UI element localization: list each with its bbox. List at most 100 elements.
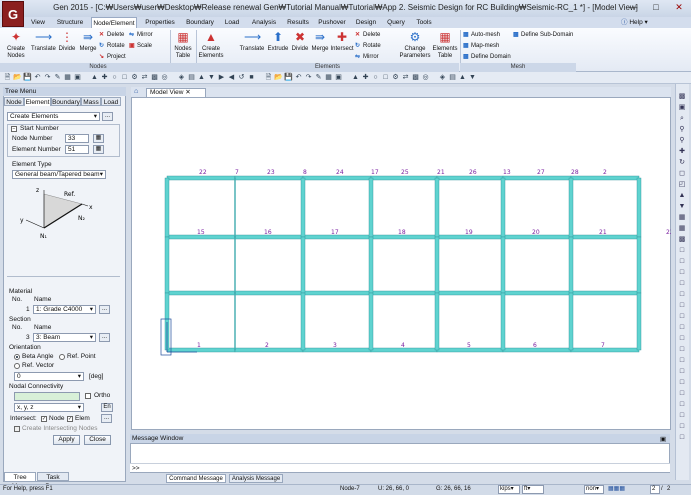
element-number-button[interactable]: ▦ — [93, 145, 104, 154]
view-tool-icon[interactable]: □ — [677, 246, 687, 255]
view-tool-icon[interactable]: □ — [677, 257, 687, 266]
en-button[interactable]: En — [101, 403, 113, 412]
view-tool-icon[interactable]: □ — [677, 367, 687, 376]
elem-delete-button[interactable]: ✕ Delete — [355, 31, 380, 40]
column-member[interactable] — [300, 177, 306, 238]
node-number-field[interactable]: 33 — [65, 134, 89, 143]
tab-tools[interactable]: Tools — [413, 17, 435, 28]
tab-node[interactable]: Node — [4, 97, 24, 106]
beam-member[interactable] — [166, 175, 236, 181]
close-icon[interactable]: ✕ — [185, 89, 190, 96]
view-tool-icon[interactable]: □ — [677, 290, 687, 299]
section-options-button[interactable]: ... — [99, 333, 110, 342]
toolbar-tool-icon[interactable]: ⚙ — [130, 73, 139, 82]
beam-member[interactable] — [436, 290, 504, 296]
node-number-button[interactable]: ▦ — [93, 134, 104, 143]
view-tool-icon[interactable]: □ — [677, 433, 687, 442]
beam-member[interactable] — [234, 175, 304, 181]
column-member[interactable] — [568, 292, 574, 351]
view-tool-icon[interactable]: □ — [677, 312, 687, 321]
auto-mesh-button[interactable]: ▦ Auto-mesh — [463, 31, 500, 40]
define-domain-button[interactable]: ▩ Define Domain — [463, 53, 511, 62]
view-tool-icon[interactable]: □ — [677, 411, 687, 420]
define-sub-domain-button[interactable]: ▩ Define Sub-Domain — [513, 31, 573, 40]
view-tool-icon[interactable]: □ — [677, 323, 687, 332]
beam-member[interactable] — [502, 175, 572, 181]
column-member[interactable] — [234, 236, 236, 294]
toolbar-tool-icon[interactable]: ↶ — [33, 73, 42, 82]
app-logo[interactable]: G — [2, 1, 24, 27]
toolbar-tool-icon[interactable]: ⇄ — [140, 73, 149, 82]
toolbar-tool-icon[interactable]: ◎ — [421, 73, 430, 82]
tab-boundary-panel[interactable]: Boundary — [51, 97, 81, 106]
beam-member[interactable] — [502, 347, 572, 353]
toolbar-tool-icon[interactable]: ↶ — [294, 73, 303, 82]
toolbar-tool-icon[interactable]: ◀ — [227, 73, 236, 82]
intersect-options-button[interactable]: ... — [101, 414, 112, 423]
tab-element[interactable]: Element — [24, 97, 51, 106]
intersect-elem-checkbox[interactable]: ✓ — [67, 416, 73, 422]
toolbar-tool-icon[interactable]: □ — [120, 73, 129, 82]
toolbar-tool-icon[interactable]: ✎ — [53, 73, 62, 82]
column-member[interactable] — [234, 177, 236, 238]
node-merge-button[interactable]: ⇛ Merge — [78, 30, 98, 53]
material-select[interactable]: 1: Grade C4000 ▾ — [33, 305, 96, 314]
view-tool-icon[interactable]: □ — [677, 301, 687, 310]
frame-drawing[interactable]: 2272382417252126132728215161718192021221… — [131, 97, 671, 430]
view-select[interactable]: non▾ — [584, 485, 604, 494]
model-view-tab[interactable]: Model View ✕ — [146, 88, 206, 97]
beam-member[interactable] — [302, 175, 372, 181]
beam-member[interactable] — [370, 290, 438, 296]
node-scale-button[interactable]: ▣ Scale — [129, 42, 152, 51]
force-unit-select[interactable]: kips▾ — [498, 485, 520, 494]
column-member[interactable] — [368, 236, 374, 294]
column-member[interactable] — [500, 292, 506, 351]
elem-merge-button[interactable]: ⇛ Merge — [310, 30, 330, 53]
toolbar-tool-icon[interactable]: 🗎 — [3, 73, 12, 82]
toolbar-tool-icon[interactable]: □ — [381, 73, 390, 82]
tab-view[interactable]: View — [28, 17, 48, 28]
toolbar-tool-icon[interactable]: ▣ — [334, 73, 343, 82]
column-member[interactable] — [300, 236, 306, 294]
column-member[interactable] — [434, 236, 440, 294]
toolbar-tool-icon[interactable]: ○ — [371, 73, 380, 82]
beam-member[interactable] — [570, 175, 640, 181]
plane-select[interactable]: x, y, z ▾ — [14, 403, 84, 412]
toolbar-tool-icon[interactable]: ▲ — [90, 73, 99, 82]
column-member[interactable] — [434, 177, 440, 238]
close-button[interactable]: Close — [84, 435, 111, 445]
toolbar-tool-icon[interactable]: ↺ — [237, 73, 246, 82]
elem-divide-button[interactable]: ✖ Divide — [290, 30, 310, 53]
tab-load[interactable]: Load — [222, 17, 242, 28]
length-unit-select[interactable]: ft▾ — [522, 485, 544, 494]
toolbar-tool-icon[interactable]: 📂 — [13, 73, 22, 82]
column-member[interactable] — [368, 177, 374, 238]
command-input[interactable]: >> — [130, 463, 670, 472]
tab-analysis-message[interactable]: Analysis Message — [229, 474, 283, 483]
ref-vector-radio[interactable] — [14, 363, 20, 369]
material-options-button[interactable]: ... — [99, 305, 110, 314]
change-parameters-button[interactable]: ⚙ Change Parameters — [398, 30, 432, 59]
tab-boundary[interactable]: Boundary — [183, 17, 217, 28]
toolbar-tool-icon[interactable]: ▣ — [73, 73, 82, 82]
intersect-button[interactable]: ✚ Intersect — [330, 30, 354, 53]
view-tool-icon[interactable]: ▼ — [677, 202, 687, 211]
toolbar-tool-icon[interactable]: ↷ — [304, 73, 313, 82]
tab-properties[interactable]: Properties — [142, 17, 178, 28]
tab-mass[interactable]: Mass — [81, 97, 101, 106]
node-rotate-button[interactable]: ↻ Rotate — [99, 42, 125, 51]
node-delete-button[interactable]: ✕ Delete — [99, 31, 124, 40]
tab-structure[interactable]: Structure — [53, 17, 87, 28]
tab-analysis[interactable]: Analysis — [248, 17, 280, 28]
toolbar-tool-icon[interactable]: ◈ — [438, 73, 447, 82]
minimize-button[interactable]: — — [622, 1, 644, 14]
view-tool-icon[interactable]: □ — [677, 268, 687, 277]
beam-member[interactable] — [570, 347, 640, 353]
beam-member[interactable] — [234, 347, 304, 353]
page-field[interactable]: 2 — [650, 485, 660, 494]
view-tool-icon[interactable]: ⚲ — [677, 125, 687, 134]
node-project-button[interactable]: ↘ Project — [99, 53, 126, 62]
beam-member[interactable] — [166, 290, 236, 296]
beam-member[interactable] — [234, 290, 304, 296]
close-window-button[interactable]: ✕ — [668, 1, 690, 14]
